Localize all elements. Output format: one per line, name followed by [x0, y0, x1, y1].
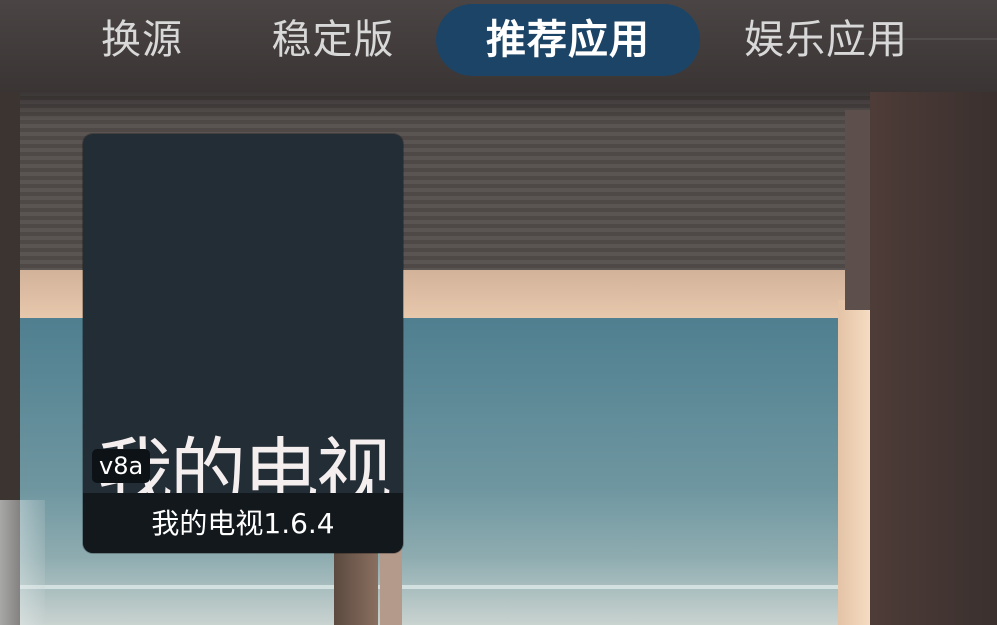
tab-bar: 换源 稳定版 推荐应用 娱乐应用 — [0, 0, 997, 80]
glass-reflection — [0, 500, 45, 625]
sea-horizon — [0, 585, 850, 589]
tab-stable[interactable]: 稳定版 — [264, 4, 402, 76]
tab-source[interactable]: 换源 — [96, 4, 188, 76]
tab-recommended[interactable]: 推荐应用 — [436, 4, 700, 76]
right-wall — [870, 92, 997, 625]
app-card[interactable]: 我的电视 v8a 我的电视1.6.4 — [83, 134, 403, 553]
app-name-label: 我的电视1.6.4 — [83, 493, 403, 553]
window-frame-right — [838, 300, 870, 625]
tab-entertainment[interactable]: 娱乐应用 — [736, 4, 916, 76]
blind-shadow — [0, 92, 890, 122]
version-badge: v8a — [92, 449, 151, 483]
